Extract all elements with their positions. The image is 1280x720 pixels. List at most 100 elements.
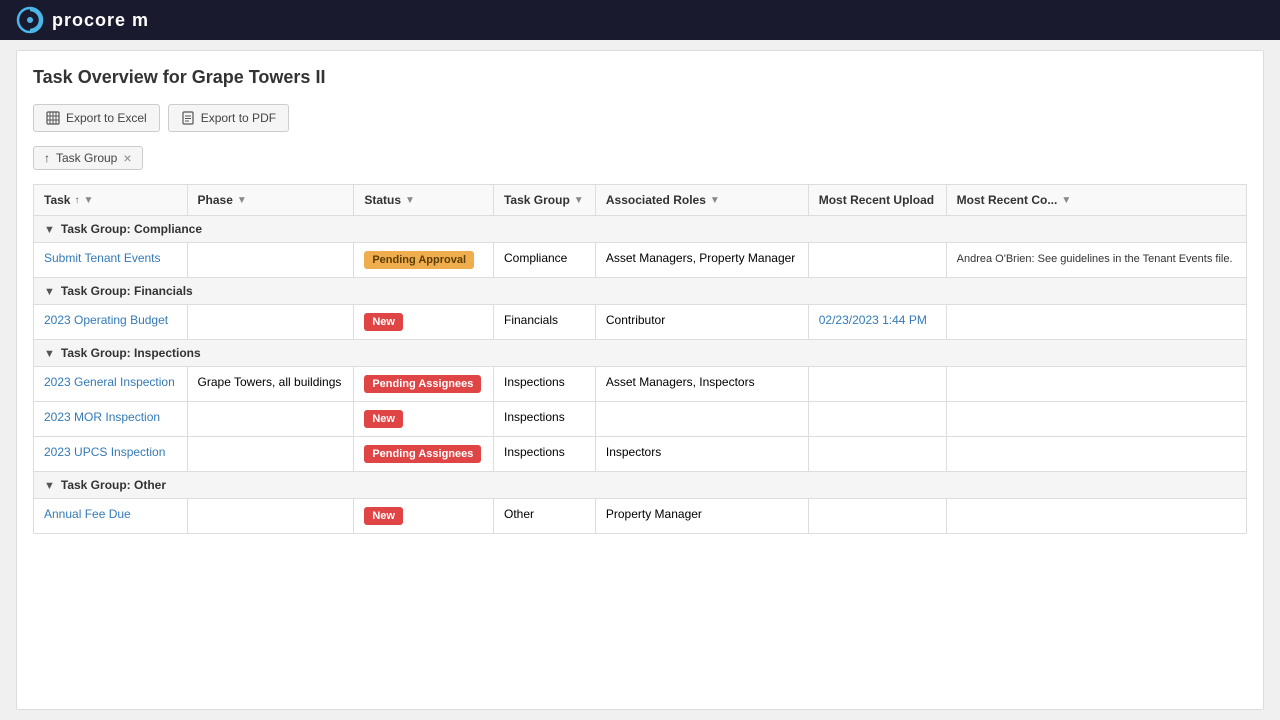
status-cell: Pending Approval (354, 243, 494, 278)
filter-pill-label: Task Group (56, 151, 117, 165)
phase-filter-icon[interactable]: ▼ (237, 195, 247, 206)
group-chevron-icon: ▼ (44, 224, 55, 236)
most-recent-comment-cell (946, 402, 1246, 437)
table-row: Annual Fee Due NewOtherProperty Manager (34, 499, 1247, 534)
most-recent-comment-cell: Andrea O'Brien: See guidelines in the Te… (946, 243, 1246, 278)
task-group-cell: Inspections (493, 367, 595, 402)
most-recent-upload-cell (808, 402, 946, 437)
most-recent-comment-cell (946, 499, 1246, 534)
col-task-label: Task (44, 193, 70, 207)
associated-roles-filter-icon[interactable]: ▼ (710, 195, 720, 206)
associated-roles-cell: Inspectors (595, 437, 808, 472)
filter-pill-task-group[interactable]: ↑ Task Group × (33, 146, 143, 170)
most-recent-upload-cell: 02/23/2023 1:44 PM (808, 305, 946, 340)
associated-roles-cell: Contributor (595, 305, 808, 340)
phase-cell (187, 499, 354, 534)
status-cell: Pending Assignees (354, 367, 494, 402)
task-group-cell: Inspections (493, 402, 595, 437)
export-pdf-label: Export to PDF (201, 111, 276, 125)
status-cell: New (354, 499, 494, 534)
task-group-cell: Other (493, 499, 595, 534)
phase-cell (187, 305, 354, 340)
associated-roles-cell: Asset Managers, Property Manager (595, 243, 808, 278)
most-recent-upload-cell (808, 499, 946, 534)
comment-text: Andrea O'Brien: See guidelines in the Te… (957, 253, 1233, 265)
most-recent-comment-filter-icon[interactable]: ▼ (1061, 195, 1071, 206)
logo-text: procore m (52, 10, 149, 31)
task-sort-icon: ↑ (74, 195, 79, 206)
col-header-associated-roles[interactable]: Associated Roles ▼ (595, 185, 808, 216)
procore-icon (16, 6, 44, 34)
filter-bar: ↑ Task Group × (33, 146, 1247, 170)
status-badge: New (364, 410, 403, 428)
phase-cell (187, 437, 354, 472)
group-header-label: Task Group: Compliance (61, 222, 202, 236)
phase-cell (187, 243, 354, 278)
group-chevron-icon: ▼ (44, 348, 55, 360)
table-row: 2023 UPCS Inspection Pending Assignees Ins… (34, 437, 1247, 472)
task-link[interactable]: Annual Fee Due (44, 507, 131, 521)
table-group-header[interactable]: ▼ Task Group: Inspections (34, 340, 1247, 367)
status-badge: Pending Assignees (364, 375, 481, 393)
task-link[interactable]: 2023 UPCS Inspection (44, 445, 165, 459)
status-badge: Pending Assignees (364, 445, 481, 463)
upload-date: 02/23/2023 1:44 PM (819, 313, 927, 327)
col-task-group-label: Task Group (504, 193, 570, 207)
col-phase-label: Phase (198, 193, 233, 207)
table-group-header[interactable]: ▼Task Group: Financials (34, 278, 1247, 305)
table-group-header[interactable]: ▼ Task Group: Compliance (34, 216, 1247, 243)
status-badge: New (364, 313, 403, 331)
status-cell: New (354, 305, 494, 340)
most-recent-upload-cell (808, 437, 946, 472)
col-header-phase[interactable]: Phase ▼ (187, 185, 354, 216)
col-most-recent-upload-label: Most Recent Upload (819, 193, 934, 207)
col-associated-roles-label: Associated Roles (606, 193, 706, 207)
status-cell: Pending Assignees (354, 437, 494, 472)
group-header-label: Task Group: Inspections (61, 346, 201, 360)
filter-arrow-icon: ↑ (44, 151, 50, 165)
pdf-icon (181, 111, 195, 125)
most-recent-upload-cell (808, 243, 946, 278)
table-row: Submit Tenant Events Pending Approval Comp… (34, 243, 1247, 278)
most-recent-comment-cell (946, 305, 1246, 340)
associated-roles-cell: Asset Managers, Inspectors (595, 367, 808, 402)
export-excel-label: Export to Excel (66, 111, 147, 125)
col-header-task-group[interactable]: Task Group ▼ (493, 185, 595, 216)
table-row: 2023 General InspectionGrape Towers, all… (34, 367, 1247, 402)
excel-icon (46, 111, 60, 125)
col-header-status[interactable]: Status ▼ (354, 185, 494, 216)
col-status-label: Status (364, 193, 401, 207)
navbar: procore m (0, 0, 1280, 40)
page-title: Task Overview for Grape Towers II (33, 67, 1247, 88)
logo-container: procore m (16, 6, 149, 34)
table-row: 2023 MOR Inspection New Inspections (34, 402, 1247, 437)
task-group-cell: Financials (493, 305, 595, 340)
status-badge: Pending Approval (364, 251, 474, 269)
col-header-task[interactable]: Task ↑ ▼ (34, 185, 188, 216)
associated-roles-cell: Property Manager (595, 499, 808, 534)
col-most-recent-comment-label: Most Recent Co... (957, 193, 1058, 207)
col-header-most-recent-comment[interactable]: Most Recent Co... ▼ (946, 185, 1246, 216)
status-filter-icon[interactable]: ▼ (405, 195, 415, 206)
export-pdf-button[interactable]: Export to PDF (168, 104, 289, 132)
associated-roles-cell (595, 402, 808, 437)
toolbar: Export to Excel Export to PDF (33, 104, 1247, 132)
table-group-header[interactable]: ▼Task Group: Other (34, 472, 1247, 499)
task-link[interactable]: 2023 MOR Inspection (44, 410, 160, 424)
task-link[interactable]: 2023 General Inspection (44, 375, 175, 389)
group-chevron-icon: ▼ (44, 286, 55, 298)
task-table: Task ↑ ▼ Phase ▼ Status ▼ (33, 184, 1247, 534)
export-excel-button[interactable]: Export to Excel (33, 104, 160, 132)
table-header-row: Task ↑ ▼ Phase ▼ Status ▼ (34, 185, 1247, 216)
col-header-most-recent-upload: Most Recent Upload (808, 185, 946, 216)
main-container: Task Overview for Grape Towers II Export… (16, 50, 1264, 710)
most-recent-comment-cell (946, 367, 1246, 402)
task-link[interactable]: 2023 Operating Budget (44, 313, 168, 327)
task-group-cell: Compliance (493, 243, 595, 278)
task-link[interactable]: Submit Tenant Events (44, 251, 161, 265)
task-group-filter-icon[interactable]: ▼ (574, 195, 584, 206)
phase-cell (187, 402, 354, 437)
task-filter-icon[interactable]: ▼ (83, 195, 93, 206)
filter-pill-close-button[interactable]: × (123, 151, 131, 165)
group-chevron-icon: ▼ (44, 480, 55, 492)
